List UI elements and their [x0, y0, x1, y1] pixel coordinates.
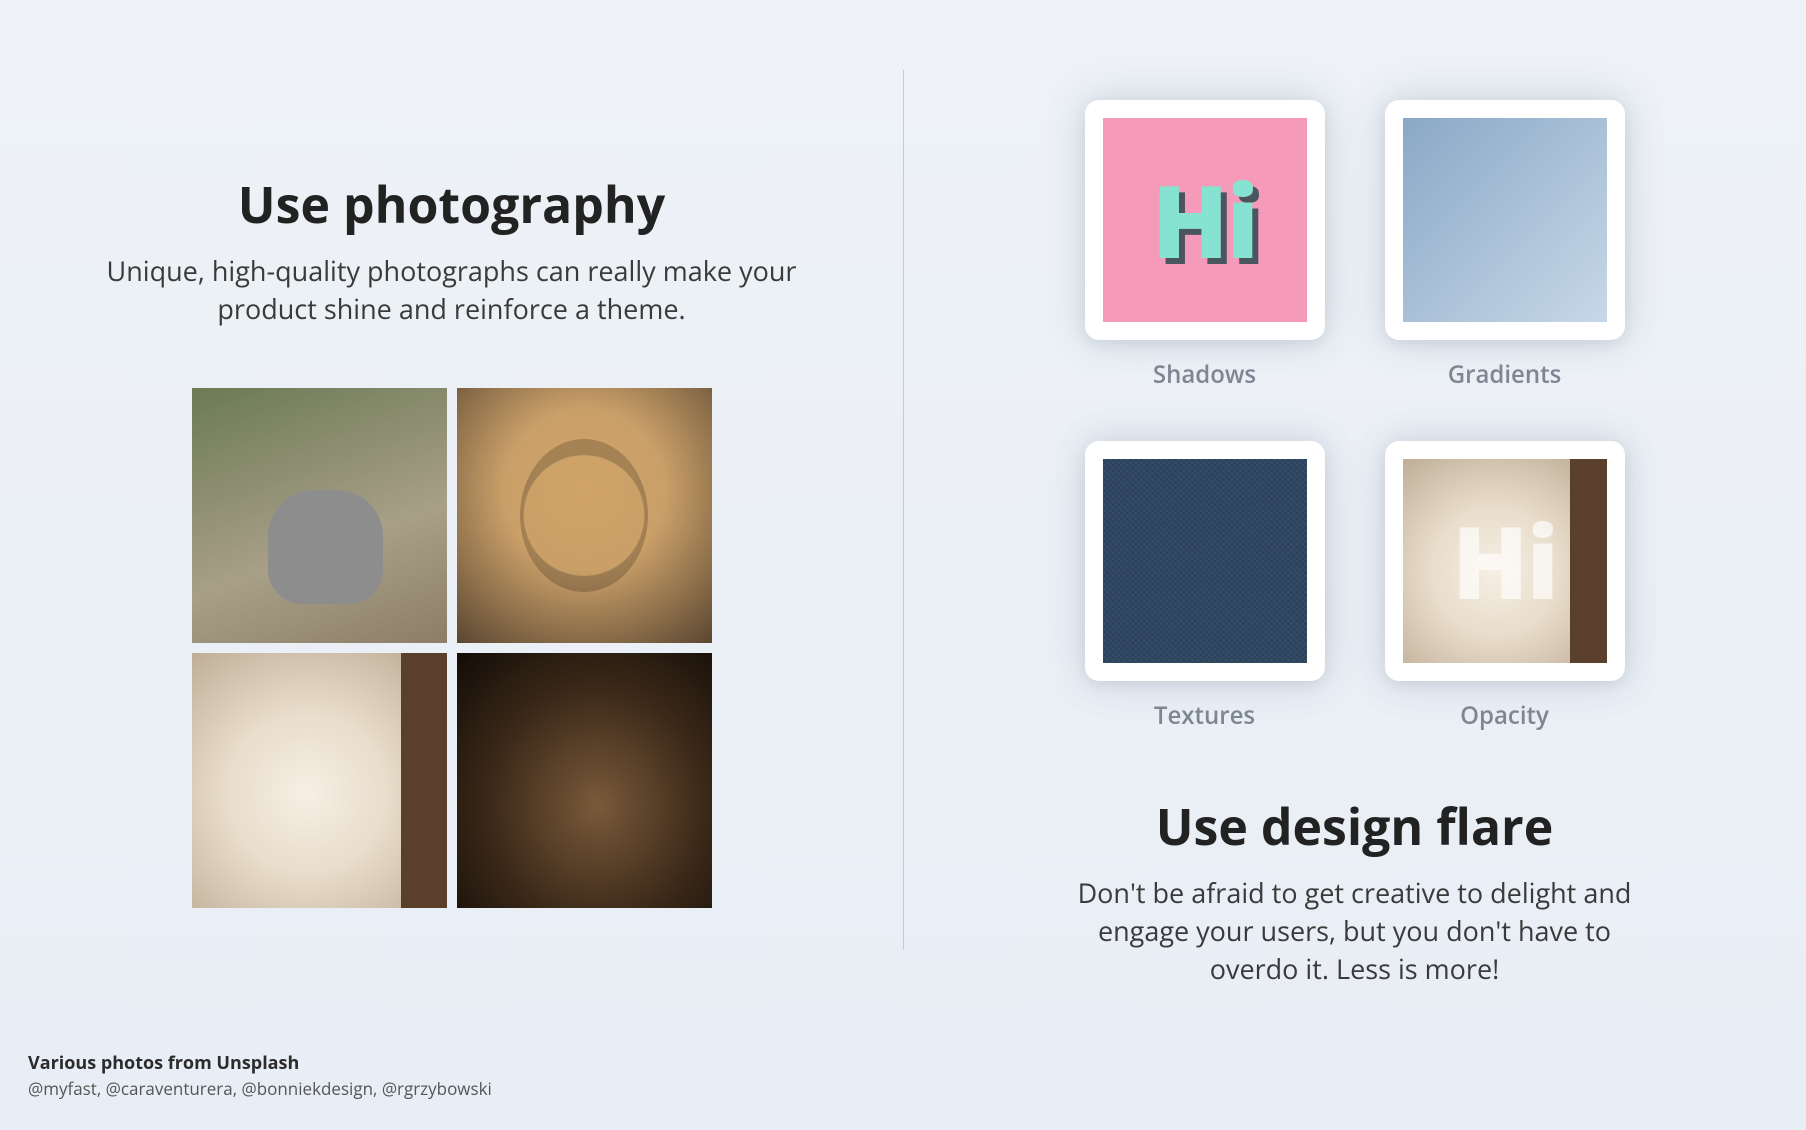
flare-swatch-gradients: [1403, 118, 1607, 322]
right-title: Use design flare: [1055, 792, 1655, 860]
right-subtitle: Don't be afraid to get creative to delig…: [1055, 874, 1655, 987]
flare-swatch-textures: [1103, 459, 1307, 663]
flare-tile-shadows: Hi Shadows: [1085, 100, 1325, 391]
slide: Use photography Unique, high-quality pho…: [0, 0, 1806, 1130]
flare-card-textures: [1085, 441, 1325, 681]
flare-tile-textures: Textures: [1085, 441, 1325, 732]
credits-names: @myfast, @caraventurera, @bonniekdesign,…: [28, 1077, 492, 1100]
flare-label-gradients: Gradients: [1448, 358, 1562, 391]
photo-lamb: [192, 653, 447, 908]
left-heading-block: Use photography Unique, high-quality pho…: [92, 170, 812, 328]
flare-label-shadows: Shadows: [1153, 358, 1256, 391]
credits-title: Various photos from Unsplash: [28, 1051, 492, 1075]
flare-grid: Hi Shadows Gradients Textures: [1085, 100, 1625, 732]
left-title: Use photography: [92, 170, 812, 238]
right-column: Hi Shadows Gradients Textures: [903, 0, 1806, 1130]
flare-tile-gradients: Gradients: [1385, 100, 1625, 391]
flare-card-shadows: Hi: [1085, 100, 1325, 340]
flare-label-textures: Textures: [1154, 699, 1255, 732]
photo-grid: [192, 388, 712, 908]
flare-tile-opacity: Hi Opacity: [1385, 441, 1625, 732]
hi-text-shadow: Hi: [1152, 152, 1257, 288]
right-heading-block: Use design flare Don't be afraid to get …: [1055, 792, 1655, 987]
flare-card-opacity: Hi: [1385, 441, 1625, 681]
flare-swatch-shadows: Hi: [1103, 118, 1307, 322]
photo-deer: [457, 653, 712, 908]
flare-label-opacity: Opacity: [1460, 699, 1549, 732]
photo-credits: Various photos from Unsplash @myfast, @c…: [28, 1051, 492, 1100]
left-subtitle: Unique, high-quality photographs can rea…: [92, 252, 812, 328]
left-column: Use photography Unique, high-quality pho…: [0, 0, 903, 1130]
hi-text-opacity: Hi: [1452, 493, 1557, 629]
flare-swatch-opacity: Hi: [1403, 459, 1607, 663]
photo-elephant: [192, 388, 447, 643]
flare-card-gradients: [1385, 100, 1625, 340]
photo-cheetah: [457, 388, 712, 643]
